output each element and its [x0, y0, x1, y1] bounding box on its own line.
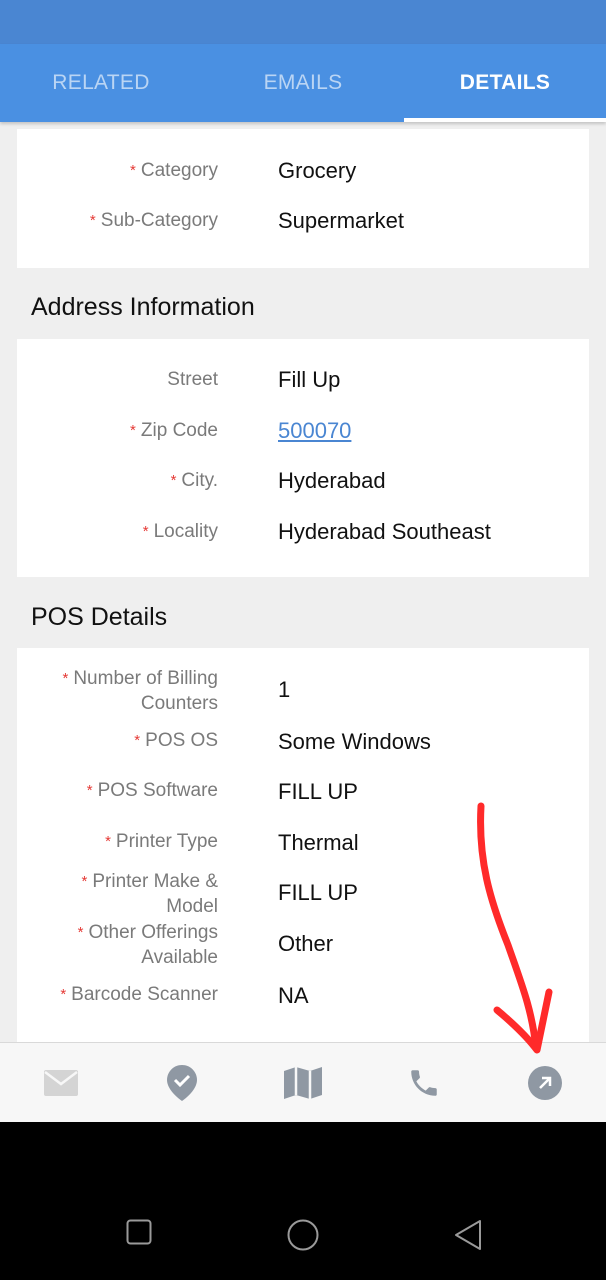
tab-bar: RELATED EMAILS DETAILS: [0, 44, 606, 122]
zip-label-text: Zip Code: [140, 420, 218, 441]
required-marker: *: [130, 422, 136, 439]
required-marker: *: [130, 162, 136, 179]
city-label-text: City.: [181, 470, 218, 491]
zip-code-link[interactable]: 500070: [278, 418, 351, 444]
map-icon[interactable]: [281, 1061, 325, 1105]
city-label: * City.: [18, 469, 218, 494]
open-external-icon[interactable]: [523, 1061, 567, 1105]
street-value[interactable]: Fill Up: [278, 367, 340, 393]
required-marker: *: [86, 782, 93, 799]
tab-related[interactable]: RELATED: [0, 44, 202, 122]
printer-make-value[interactable]: FILL UP: [278, 880, 358, 906]
system-navigation-bar: [0, 1122, 606, 1280]
check-badge-icon[interactable]: [160, 1061, 204, 1105]
city-value[interactable]: Hyderabad: [278, 468, 386, 494]
pos-os-label-text: POS OS: [145, 730, 218, 751]
recent-apps-icon[interactable]: [126, 1219, 152, 1250]
category-value[interactable]: Grocery: [278, 158, 356, 184]
address-section-title: Address Information: [31, 293, 255, 321]
mail-icon[interactable]: [39, 1061, 83, 1105]
other-offerings-label: * Other Offerings Available: [18, 921, 218, 970]
pos-software-value[interactable]: FILL UP: [278, 779, 358, 805]
bottom-action-bar: [0, 1042, 606, 1122]
tab-details[interactable]: DETAILS: [404, 44, 606, 122]
locality-label: * Locality: [18, 520, 218, 545]
printer-make-label-line2: Model: [166, 896, 218, 917]
barcode-label: * Barcode Scanner: [18, 983, 218, 1008]
pos-card: * Number of Billing Counters 1 * POS OS Som…: [17, 648, 589, 1042]
category-label: * Category: [18, 159, 218, 184]
required-marker: *: [134, 732, 141, 749]
printer-type-label: * Printer Type: [18, 830, 218, 855]
other-offerings-label-line1: Other Offerings: [88, 922, 218, 943]
billing-value[interactable]: 1: [278, 677, 290, 703]
billing-label-line1: Number of Billing: [73, 668, 218, 689]
required-marker: *: [170, 472, 177, 489]
required-marker: *: [77, 924, 84, 941]
street-label: Street: [167, 369, 218, 390]
other-offerings-value[interactable]: Other: [278, 931, 333, 957]
pos-os-value[interactable]: Some Windows: [278, 729, 431, 755]
required-marker: *: [89, 212, 96, 229]
pos-os-label: * POS OS: [18, 729, 218, 754]
billing-label-line2: Counters: [140, 693, 218, 714]
subcategory-value[interactable]: Supermarket: [278, 208, 404, 234]
pos-section-title: POS Details: [31, 603, 168, 631]
locality-label-text: Locality: [153, 521, 218, 542]
status-bar: [0, 0, 606, 44]
other-offerings-label-line2: Available: [141, 947, 218, 968]
barcode-label-text: Barcode Scanner: [71, 984, 218, 1005]
required-marker: *: [60, 986, 67, 1003]
required-marker: *: [62, 670, 69, 687]
pos-software-label: * POS Software: [18, 779, 218, 804]
barcode-value[interactable]: NA: [278, 983, 309, 1009]
category-card: * Category Grocery * Sub-Category Supermar…: [17, 129, 589, 268]
printer-make-label-line1: Printer Make &: [92, 871, 218, 892]
locality-value[interactable]: Hyderabad Southeast: [278, 519, 491, 545]
subcategory-label: * Sub-Category: [18, 209, 218, 234]
required-marker: *: [105, 833, 111, 850]
billing-label: * Number of Billing Counters: [18, 667, 218, 716]
tab-emails[interactable]: EMAILS: [202, 44, 404, 122]
back-icon[interactable]: [453, 1219, 483, 1256]
required-marker: *: [81, 873, 88, 890]
printer-make-label: * Printer Make & Model: [18, 870, 219, 919]
subcategory-label-text: Sub-Category: [100, 210, 218, 231]
home-icon[interactable]: [287, 1219, 319, 1256]
printer-type-value[interactable]: Thermal: [278, 830, 359, 856]
category-label-text: Category: [140, 160, 218, 181]
required-marker: *: [142, 523, 149, 540]
printer-type-label-text: Printer Type: [115, 831, 218, 852]
address-card: Street Fill Up * Zip Code 500070 * City. H…: [17, 339, 589, 577]
zip-label: * Zip Code: [18, 419, 218, 444]
pos-software-label-text: POS Software: [97, 780, 218, 801]
phone-icon[interactable]: [402, 1061, 446, 1105]
